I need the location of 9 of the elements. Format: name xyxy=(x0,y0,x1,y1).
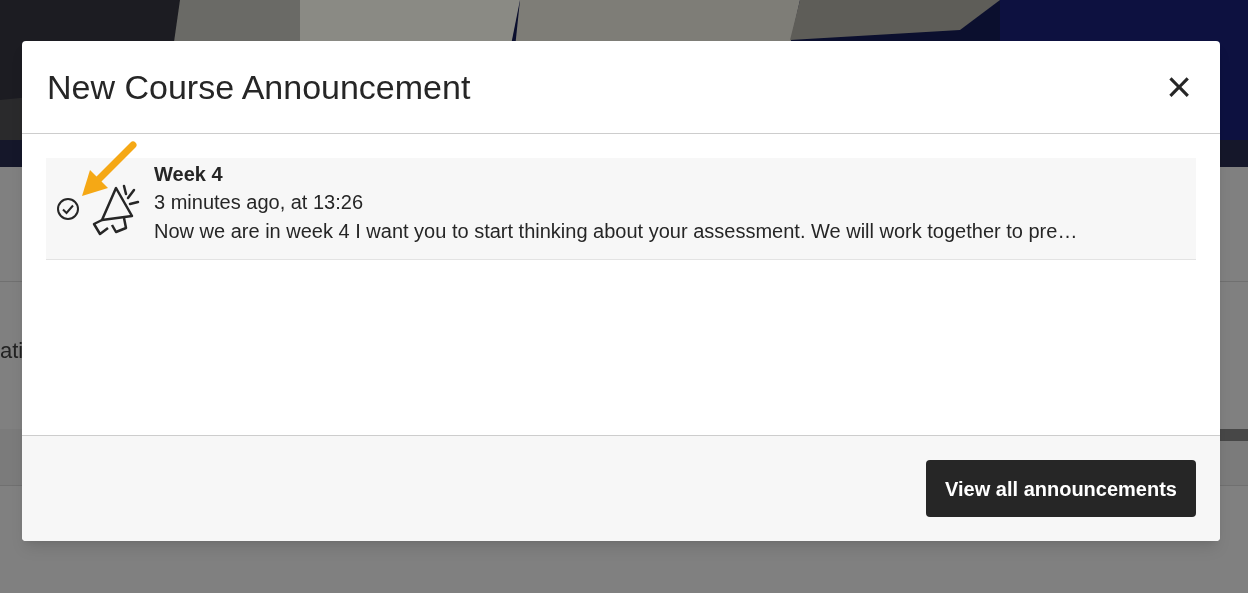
view-all-announcements-button[interactable]: View all announcements xyxy=(926,460,1196,517)
close-button[interactable]: × xyxy=(1166,65,1192,109)
page-text: ati xyxy=(0,337,24,365)
announcement-title: Week 4 xyxy=(154,162,224,187)
announcement-time: 3 minutes ago, at 13:26 xyxy=(154,190,365,215)
dialog-title: New Course Announcement xyxy=(47,66,471,108)
dark-bar xyxy=(1220,429,1248,441)
announcement-item[interactable]: Week 4 3 minutes ago, at 13:26 Now we are in week 4 I want you to start thinking about your assessment. We will work together to pre… xyxy=(46,158,1196,260)
announcement-preview: Now we are in week 4 I want you to start thinking about your assessment. We will work together to pre… xyxy=(154,219,1078,244)
